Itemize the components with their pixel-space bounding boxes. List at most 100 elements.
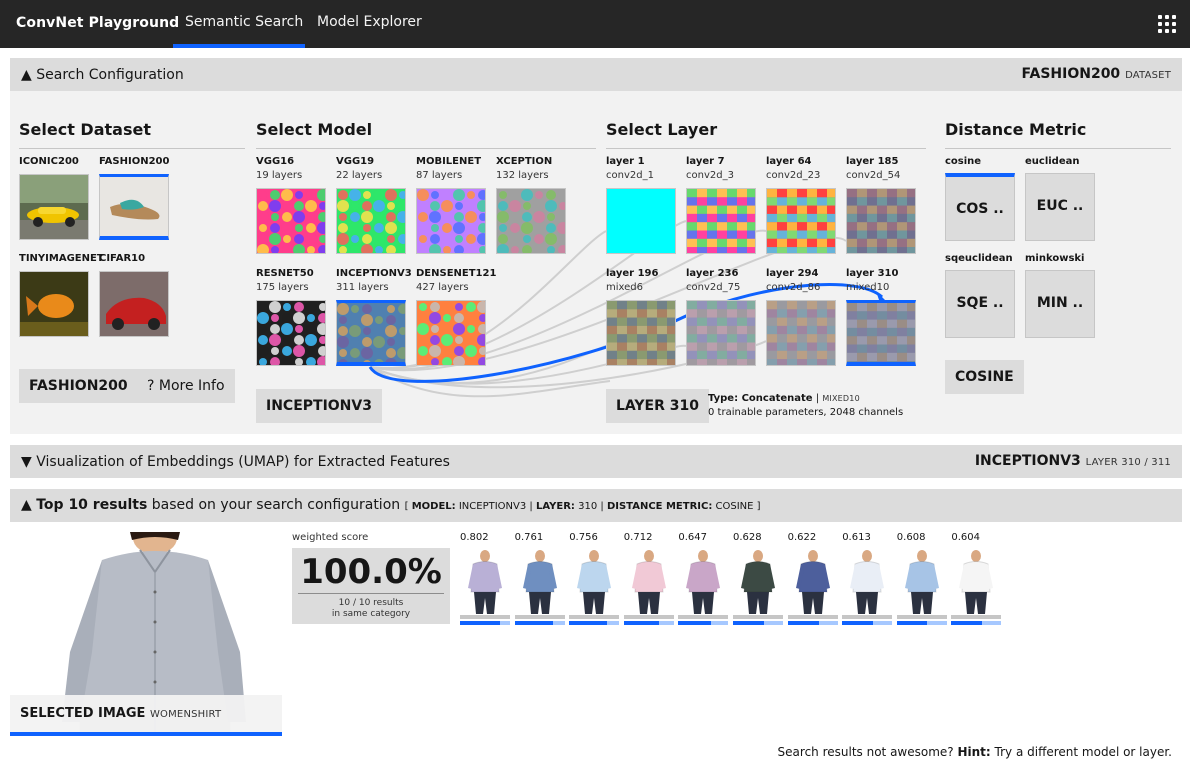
dataset-thumb-iconic200[interactable] (19, 174, 89, 240)
layer-name: layer 64 (766, 156, 812, 167)
result-score: 0.647 (678, 532, 708, 543)
umap-visualization-header[interactable]: ▼ Visualization of Embeddings (UMAP) for… (10, 445, 1182, 478)
collapse-toggle-icon[interactable]: ▲ (21, 497, 32, 513)
metric-item-cosine[interactable]: cosine (945, 156, 1015, 167)
layer-item-layer-64[interactable]: layer 64 conv2d_23 (766, 156, 836, 181)
result-score-bar (787, 615, 838, 625)
model-item-xception[interactable]: XCEPTION 132 layers (496, 156, 566, 181)
layer-thumb-layer-64[interactable] (766, 188, 836, 254)
model-thumb-resnet50[interactable] (256, 300, 326, 366)
dataset-item-fashion200[interactable]: FASHION200 (99, 156, 169, 167)
metric-box-cosine[interactable]: COS .. (945, 173, 1015, 241)
tab-model-explorer[interactable]: Model Explorer (317, 14, 422, 30)
layer-thumb-layer-236[interactable] (686, 300, 756, 366)
dataset-thumb-fashion200[interactable] (99, 174, 169, 240)
result-image[interactable] (623, 548, 674, 614)
model-thumb-densenet121[interactable] (416, 300, 486, 366)
model-item-mobilenet[interactable]: MOBILENET 87 layers (416, 156, 486, 181)
umap-layer-tag: LAYER 310 / 311 (1085, 457, 1171, 468)
model-item-vgg16[interactable]: VGG16 19 layers (256, 156, 326, 181)
result-image[interactable] (896, 548, 947, 614)
metric-box-sqeuclidean[interactable]: SQE .. (945, 270, 1015, 338)
metric-item-euclidean[interactable]: euclidean (1025, 156, 1095, 167)
metric-box-euclidean[interactable]: EUC .. (1025, 173, 1095, 241)
layer-item-layer-7[interactable]: layer 7 conv2d_3 (686, 156, 756, 181)
selected-metric-button[interactable]: COSINE (945, 360, 1024, 394)
model-name: RESNET50 (256, 268, 314, 279)
collapse-toggle-icon[interactable]: ▲ (21, 67, 32, 83)
result-item[interactable]: 0.613 (842, 532, 893, 625)
layer-op-name: conv2d_23 (766, 170, 821, 181)
model-thumb-mobilenet[interactable] (416, 188, 486, 254)
dataset-thumb-cifar10[interactable] (99, 271, 169, 337)
result-score: 0.622 (787, 532, 817, 543)
layer-thumb-layer-1[interactable] (606, 188, 676, 254)
result-score: 0.604 (951, 532, 981, 543)
model-thumb-inceptionv3[interactable] (336, 300, 406, 366)
result-score: 0.613 (842, 532, 871, 543)
app-switcher-grid-icon[interactable] (1158, 15, 1176, 33)
dataset-item-iconic200[interactable]: ICONIC200 (19, 156, 89, 167)
layer-thumb-layer-7[interactable] (686, 188, 756, 254)
model-item-densenet121[interactable]: DENSENET121 427 layers (416, 268, 496, 293)
result-item[interactable]: 0.761 (514, 532, 565, 625)
selected-dataset-button[interactable]: FASHION200 (19, 369, 138, 403)
metric-item-sqeuclidean[interactable]: sqeuclidean (945, 253, 1015, 264)
result-item[interactable]: 0.647 (678, 532, 729, 625)
selected-model-button[interactable]: INCEPTIONV3 (256, 389, 382, 423)
dataset-item-tinyimagenet[interactable]: TINYIMAGENET (19, 253, 104, 264)
dataset-item-cifar10[interactable]: CIFAR10 (99, 253, 169, 264)
result-image[interactable] (514, 548, 565, 614)
result-image[interactable] (842, 548, 893, 614)
dataset-tag: DATASET (1125, 70, 1171, 81)
metric-box-minkowski[interactable]: MIN .. (1025, 270, 1095, 338)
layer-item-layer-196[interactable]: layer 196 mixed6 (606, 268, 676, 293)
model-layer-count: 132 layers (496, 170, 549, 181)
layer-thumb-layer-185[interactable] (846, 188, 916, 254)
metric-item-minkowski[interactable]: minkowski (1025, 253, 1095, 264)
result-item[interactable]: 0.622 (787, 532, 838, 625)
result-item[interactable]: 0.756 (569, 532, 620, 625)
app-title[interactable]: ConvNet Playground (16, 15, 179, 31)
result-image[interactable] (787, 548, 838, 614)
result-item[interactable]: 0.712 (623, 532, 674, 625)
layer-item-layer-294[interactable]: layer 294 conv2d_86 (766, 268, 836, 293)
result-image[interactable] (569, 548, 620, 614)
result-item[interactable]: 0.604 (951, 532, 1002, 625)
model-item-vgg19[interactable]: VGG19 22 layers (336, 156, 406, 181)
search-configuration-header[interactable]: ▲ Search Configuration FASHION200 DATASE… (10, 58, 1182, 91)
layer-thumb-layer-294[interactable] (766, 300, 836, 366)
results-area: SELECTED IMAGE WOMENSHIRT weighted score… (0, 522, 1190, 763)
model-item-resnet50[interactable]: RESNET50 175 layers (256, 268, 326, 293)
dataset-thumb-tinyimagenet[interactable] (19, 271, 89, 337)
layer-thumb-layer-310[interactable] (846, 300, 916, 366)
more-info-button[interactable]: ? More Info (137, 369, 235, 403)
tab-semantic-search[interactable]: Semantic Search (185, 14, 303, 30)
layer-op-name: conv2d_54 (846, 170, 901, 181)
result-item[interactable]: 0.608 (896, 532, 947, 625)
layer-info: Type: Concatenate | MIXED10 0 trainable … (708, 392, 903, 420)
model-thumb-vgg19[interactable] (336, 188, 406, 254)
model-thumb-xception[interactable] (496, 188, 566, 254)
model-item-inceptionv3[interactable]: INCEPTIONV3 311 layers (336, 268, 412, 293)
model-thumb-vgg16[interactable] (256, 188, 326, 254)
result-item[interactable]: 0.628 (733, 532, 783, 625)
result-image[interactable] (678, 548, 729, 614)
search-configuration-panel: Select Dataset ICONIC200 FASHION200 TINY… (10, 91, 1182, 434)
expand-toggle-icon[interactable]: ▼ (21, 454, 32, 470)
umap-model-value: INCEPTIONV3 (974, 453, 1081, 469)
selected-layer-button[interactable]: LAYER 310 (606, 389, 709, 423)
result-image[interactable] (460, 548, 510, 614)
layer-item-layer-1[interactable]: layer 1 conv2d_1 (606, 156, 676, 181)
layer-item-layer-185[interactable]: layer 185 conv2d_54 (846, 156, 916, 181)
result-image[interactable] (733, 548, 783, 614)
results-header[interactable]: ▲ Top 10 results based on your search co… (10, 489, 1182, 522)
result-item[interactable]: 0.802 (460, 532, 510, 625)
layer-item-layer-236[interactable]: layer 236 conv2d_75 (686, 268, 756, 293)
results-title-rest: based on your search configuration (151, 497, 401, 513)
layer-thumb-layer-196[interactable] (606, 300, 676, 366)
result-score-bar (733, 615, 783, 625)
layer-item-layer-310[interactable]: layer 310 mixed10 (846, 268, 916, 293)
result-image[interactable] (951, 548, 1002, 614)
result-score-bar (842, 615, 893, 625)
